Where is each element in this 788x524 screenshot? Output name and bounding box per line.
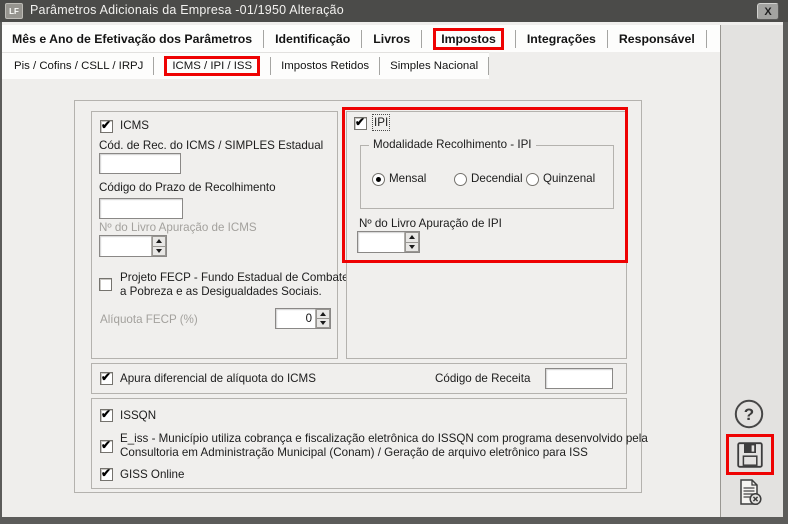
apura-diferencial-label: Apura diferencial de alíquota do ICMS — [120, 372, 316, 385]
tab-livros[interactable]: Livros — [362, 25, 421, 52]
apura-diferencial-checkbox[interactable] — [100, 370, 113, 385]
tab-divider — [488, 57, 490, 75]
codigo-receita-input[interactable] — [545, 368, 613, 389]
ipi-highlight-ring — [342, 107, 628, 263]
title-bar: LF Parâmetros Adicionais da Empresa -01/… — [0, 0, 788, 22]
fecp-checkbox[interactable] — [99, 278, 112, 291]
prazo-recolhimento-input[interactable] — [99, 198, 183, 219]
fecp-checkbox-label: Projeto FECP - Fundo Estadual de Combate… — [120, 271, 349, 298]
tab-integracoes[interactable]: Integrações — [516, 25, 607, 52]
aliquota-fecp-spinner[interactable] — [275, 308, 331, 329]
cod-rec-icms-input[interactable] — [99, 153, 181, 174]
issqn-group: ISSQN E_iss - Município utiliza cobrança… — [91, 398, 648, 489]
giss-checkbox[interactable] — [100, 466, 113, 481]
eiss-checkbox[interactable] — [100, 438, 113, 453]
livro-apuracao-icms-spinner[interactable] — [99, 235, 167, 257]
tab-impostos[interactable]: Impostos — [422, 25, 515, 52]
save-icon — [737, 441, 763, 468]
issqn-checkbox-label: ISSQN — [120, 409, 157, 422]
side-button-column: ? — [721, 25, 783, 517]
spin-down-icon[interactable] — [152, 245, 166, 256]
help-button[interactable]: ? — [732, 397, 766, 431]
save-button[interactable] — [726, 434, 774, 475]
tab-divider — [705, 29, 707, 48]
issqn-checkbox[interactable] — [100, 407, 113, 422]
svg-text:?: ? — [744, 405, 754, 424]
spin-down-icon[interactable] — [316, 318, 330, 328]
tab-identificacao[interactable]: Identificação — [264, 25, 361, 52]
spin-up-icon[interactable] — [152, 236, 166, 246]
parametros-adicionais-dialog: LF Parâmetros Adicionais da Empresa -01/… — [0, 0, 788, 524]
tab-icms-ipi-iss[interactable]: ICMS / IPI / ISS — [154, 53, 270, 79]
cancel-button[interactable] — [734, 477, 766, 507]
diferencial-aliquota-group: Apura diferencial de alíquota do ICMS Có… — [91, 363, 627, 394]
app-icon: LF — [5, 3, 23, 19]
cod-rec-icms-label: Cód. de Rec. do ICMS / SIMPLES Estadual — [99, 139, 324, 152]
aliquota-fecp-label: Alíquota FECP (%) — [100, 313, 198, 326]
window-title: Parâmetros Adicionais da Empresa -01/195… — [30, 3, 344, 17]
cancel-document-icon — [740, 479, 762, 506]
giss-checkbox-label: GISS Online — [120, 468, 185, 481]
dialog-body: Mês e Ano de Efetivação dos Parâmetros I… — [2, 22, 783, 517]
icms-checkbox-label: ICMS — [120, 119, 149, 132]
livro-apuracao-icms-input[interactable] — [100, 236, 151, 256]
tab-impostos-retidos[interactable]: Impostos Retidos — [271, 53, 379, 79]
icms-ipi-iss-highlight-ring: ICMS / IPI / ISS — [164, 56, 261, 76]
close-button[interactable]: X — [757, 3, 779, 20]
aliquota-fecp-input[interactable] — [276, 309, 315, 328]
eiss-checkbox-label: E_iss - Município utiliza cobrança e fis… — [120, 432, 648, 459]
icms-checkbox[interactable] — [100, 118, 113, 133]
livro-apuracao-icms-label: Nº do Livro Apuração de ICMS — [99, 221, 257, 234]
primary-tab-bar: Mês e Ano de Efetivação dos Parâmetros I… — [2, 25, 720, 52]
codigo-receita-label: Código de Receita — [435, 372, 531, 385]
spin-up-icon[interactable] — [316, 309, 330, 318]
secondary-tab-bar: Pis / Cofins / CSLL / IRPJ ICMS / IPI / … — [2, 52, 490, 79]
prazo-recolhimento-label: Código do Prazo de Recolhimento — [99, 181, 276, 194]
help-icon: ? — [734, 399, 764, 429]
tab-pis-cofins-csll-irpj[interactable]: Pis / Cofins / CSLL / IRPJ — [2, 53, 153, 79]
icms-group: ICMS Cód. de Rec. do ICMS / SIMPLES Esta… — [91, 111, 349, 359]
tab-simples-nacional[interactable]: Simples Nacional — [380, 53, 488, 79]
impostos-highlight-ring: Impostos — [433, 27, 504, 50]
tab-responsavel[interactable]: Responsável — [608, 25, 706, 52]
tab-mes-ano-efetivacao[interactable]: Mês e Ano de Efetivação dos Parâmetros — [2, 25, 263, 52]
